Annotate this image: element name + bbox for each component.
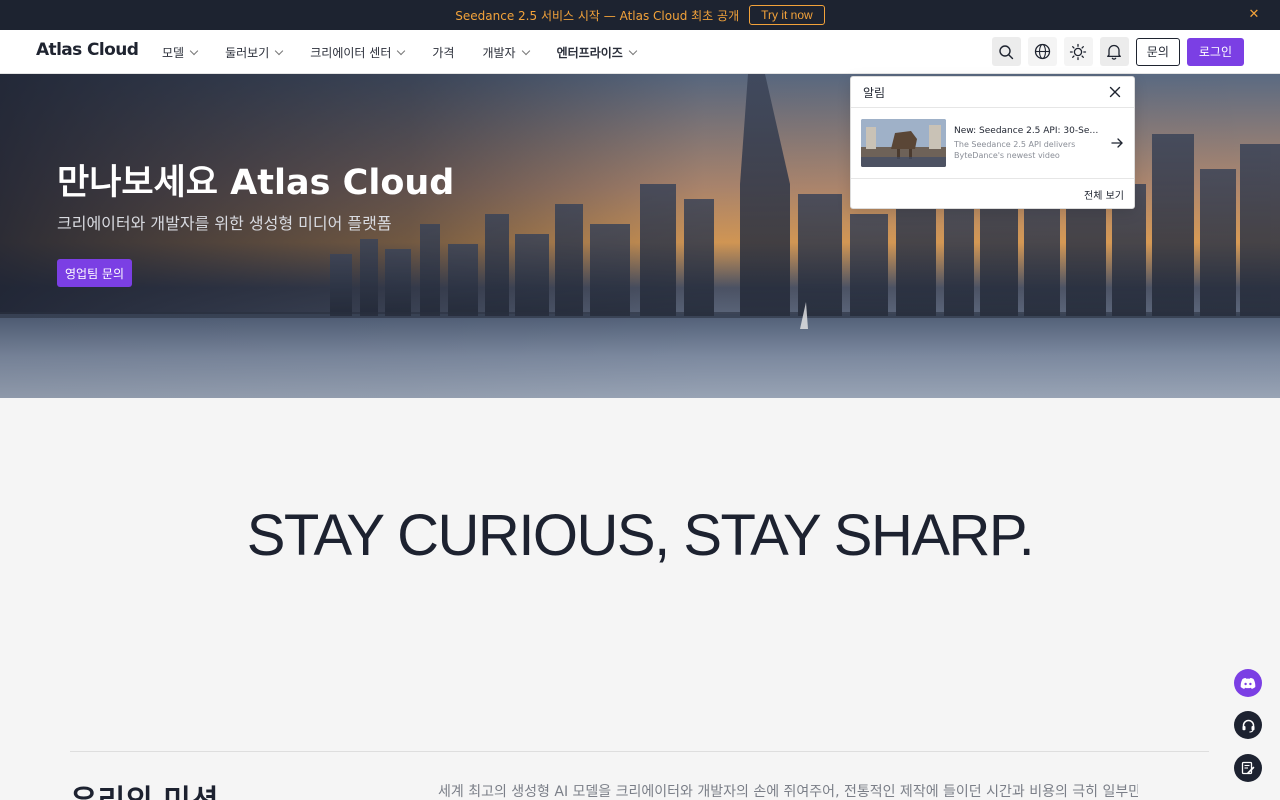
chevron-down-icon: [189, 46, 199, 55]
support-button[interactable]: [1234, 711, 1262, 739]
edit-note-icon: [1241, 761, 1255, 775]
menu-item-explore[interactable]: 둘러보기: [225, 44, 284, 61]
hero-subtitle: 크리에이터와 개발자를 위한 생성형 미디어 플랫폼: [57, 214, 392, 233]
mission-text: 세계 최고의 생성형 AI 모델을 크리에이터와 개발자의 손에 쥐여주어, 전…: [438, 784, 1138, 800]
search-icon: [999, 44, 1014, 59]
hero-title: 만나보세요 Atlas Cloud: [57, 163, 455, 203]
search-button[interactable]: [991, 37, 1021, 66]
bell-icon: [1107, 44, 1122, 60]
menu-item-creator-center[interactable]: 크리에이터 센터: [310, 44, 406, 61]
globe-icon: [1034, 43, 1050, 60]
notifications-footer: 전체 보기: [851, 179, 1134, 209]
headset-icon: [1242, 719, 1254, 733]
discord-icon: [1240, 677, 1256, 689]
chevron-down-icon: [521, 46, 530, 55]
menu-item-label: 둘러보기: [225, 45, 270, 60]
notification-title: New: Seedance 2.5 API: 30-Second ...: [954, 125, 1102, 136]
sun-icon: [1070, 43, 1087, 60]
contact-button[interactable]: 문의: [1135, 37, 1180, 66]
chevron-down-icon: [397, 46, 406, 55]
menu-item-enterprise[interactable]: 엔터프라이즈: [556, 44, 638, 61]
top-navigation: Atlas Cloud 모델 둘러보기 크리에이터 센터 가격 개발자 엔터프라…: [0, 30, 1280, 74]
menu-item-pricing[interactable]: 가격: [432, 44, 454, 61]
notification-item[interactable]: New: Seedance 2.5 API: 30-Second ... The…: [851, 108, 1134, 179]
notifications-button[interactable]: [1099, 37, 1129, 66]
announcement-bar: Seedance 2.5 서비스 시작 — Atlas Cloud 최초 공개 …: [0, 0, 1280, 30]
main-menu: 모델 둘러보기 크리에이터 센터 가격 개발자 엔터프라이즈: [162, 30, 664, 74]
section-divider: [70, 751, 1209, 752]
view-all-link[interactable]: 전체 보기: [1084, 187, 1124, 202]
menu-item-label: 크리에이터 센터: [310, 45, 392, 60]
close-icon[interactable]: [1108, 85, 1122, 99]
notification-content: New: Seedance 2.5 API: 30-Second ... The…: [954, 126, 1102, 161]
nav-actions: 문의 로그인: [991, 37, 1244, 66]
announcement-text: Seedance 2.5 서비스 시작 — Atlas Cloud 최초 공개: [455, 8, 740, 23]
notifications-title: 알림: [863, 85, 886, 100]
chevron-down-icon: [628, 46, 638, 55]
feedback-button[interactable]: [1234, 754, 1262, 782]
theme-toggle-button[interactable]: [1063, 37, 1093, 66]
menu-item-label: 엔터프라이즈: [556, 45, 623, 60]
menu-item-label: 가격: [432, 45, 455, 60]
notification-thumbnail: [861, 119, 946, 167]
contact-sales-button[interactable]: 영업팀 문의: [57, 259, 133, 287]
logo[interactable]: Atlas Cloud: [36, 40, 139, 60]
discord-button[interactable]: [1234, 669, 1262, 697]
close-icon[interactable]: ✕: [1246, 7, 1262, 23]
slogan-heading: STAY CURIOUS, STAY SHARP.: [246, 503, 1035, 568]
login-button[interactable]: 로그인: [1186, 37, 1244, 66]
notifications-header: 알림: [851, 77, 1134, 108]
menu-item-label: 개발자: [482, 45, 516, 60]
arrow-right-icon: [1111, 138, 1123, 148]
menu-item-developers[interactable]: 개발자: [482, 44, 530, 61]
notification-description: The Seedance 2.5 API delivers ByteDance'…: [954, 139, 1076, 160]
menu-item-models[interactable]: 모델: [162, 44, 199, 61]
chevron-down-icon: [275, 46, 284, 55]
notifications-popover: 알림 New: Seedance 2.5 API: 30-Second ... …: [850, 76, 1135, 209]
try-it-now-button[interactable]: Try it now: [749, 5, 825, 25]
mission-title: 우리의 미션: [70, 776, 218, 800]
menu-item-label: 모델: [162, 45, 185, 60]
language-button[interactable]: [1027, 37, 1057, 66]
